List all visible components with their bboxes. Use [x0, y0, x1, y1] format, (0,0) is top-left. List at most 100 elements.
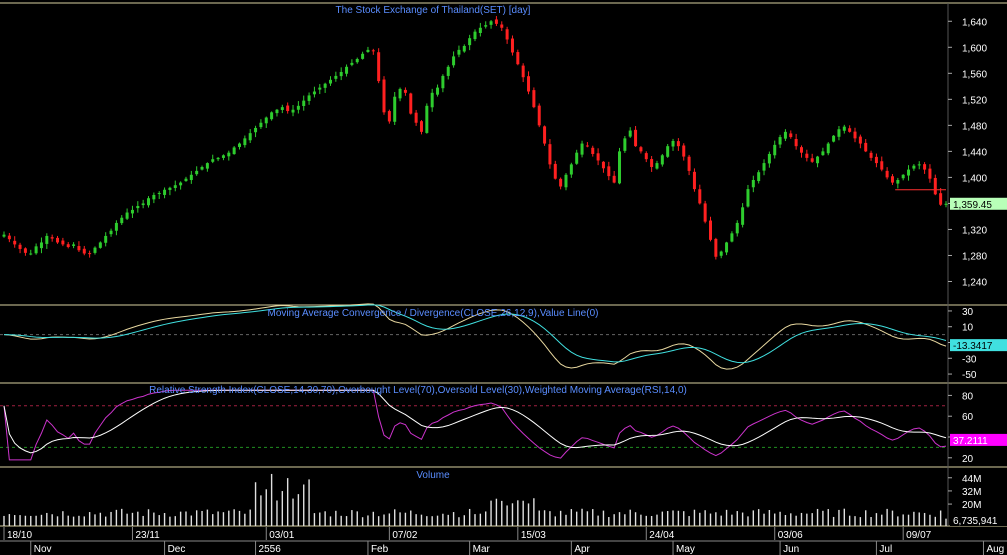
volume-bar [918, 512, 920, 526]
candle-body [184, 178, 188, 182]
candle-body [527, 76, 531, 92]
candle-body [430, 92, 434, 108]
candle-body [709, 220, 712, 240]
volume-bar [83, 516, 85, 526]
volume-bar [195, 510, 198, 526]
candle-body [735, 222, 739, 234]
volume-bar [458, 517, 460, 526]
candle-body [205, 163, 209, 169]
volume-bar [131, 512, 134, 526]
candle-body [714, 238, 718, 257]
volume-bar [426, 516, 428, 526]
volume-bar [217, 511, 219, 526]
candle-body [328, 79, 332, 84]
last-price-label: 1,359.45 [953, 200, 992, 211]
candle-body [494, 19, 498, 24]
candle-body [580, 143, 584, 155]
candle-body [120, 217, 124, 224]
candle-body [794, 138, 798, 147]
candle-body [109, 230, 113, 235]
candle-body [45, 235, 49, 244]
candle-body [50, 237, 54, 239]
volume-bar [720, 515, 722, 526]
volume-bar [361, 517, 364, 526]
volume-bar [945, 518, 947, 526]
volume-bar [865, 510, 867, 526]
month-label: Jun [783, 544, 799, 555]
volume-bar [147, 509, 150, 526]
last-rsi-label: 37.2111 [953, 436, 988, 447]
candle-body [254, 127, 258, 133]
candle-body [537, 105, 541, 126]
candle-body [414, 112, 418, 123]
volume-bar [35, 515, 37, 526]
volume-bar [613, 514, 615, 526]
volume-bar [575, 511, 578, 526]
candle-body [767, 153, 771, 164]
volume-tick-label: 44M [962, 474, 981, 485]
candle-body [179, 182, 183, 186]
candle-body [243, 138, 247, 146]
candle-body [34, 246, 38, 254]
volume-bar [768, 510, 771, 526]
volume-bar [51, 514, 53, 526]
volume-bar [431, 516, 433, 526]
candle-body [409, 93, 413, 114]
volume-bar [618, 512, 621, 526]
candle-body [173, 185, 177, 188]
volume-bar [650, 516, 653, 526]
volume-bar [597, 515, 599, 526]
volume-bar [228, 510, 230, 526]
candle-body [516, 52, 520, 65]
volume-bar [779, 511, 781, 526]
price-tick-label: 1,560 [962, 69, 987, 80]
volume-bar [634, 512, 637, 526]
volume-bar [297, 494, 300, 526]
candle-body [312, 91, 316, 95]
volume-bar [62, 511, 64, 526]
candle-body [864, 142, 868, 152]
candle-body [441, 75, 445, 89]
volume-bar [929, 514, 931, 526]
volume-bar [190, 515, 193, 526]
candle-body [130, 209, 134, 214]
last-macd-label: -13.3417 [953, 341, 993, 352]
candle-body [601, 161, 605, 169]
volume-bar [806, 513, 808, 526]
volume-bar [624, 514, 626, 526]
candle-body [773, 144, 777, 156]
volume-bar [939, 510, 942, 526]
volume-bar [115, 509, 118, 526]
volume-bar [543, 510, 546, 526]
candle-body [163, 189, 167, 195]
candle-body [553, 163, 557, 179]
candle-body [650, 159, 654, 167]
volume-bar [725, 509, 728, 526]
candle-body [826, 143, 830, 154]
candle-body [655, 163, 659, 169]
volume-bar [592, 509, 594, 526]
volume-bar [14, 515, 16, 526]
volume-bar [602, 510, 605, 526]
volume-bar [286, 478, 289, 526]
candle-body [901, 174, 905, 179]
volume-bar [244, 513, 246, 526]
macd-title: Moving Average Convergence / Divergence(… [268, 308, 599, 319]
candle-body [853, 131, 857, 139]
volume-bar [747, 516, 749, 526]
candle-body [842, 126, 846, 131]
volume-bar [468, 508, 471, 526]
volume-bar [891, 510, 894, 526]
volume-bar [388, 513, 391, 526]
candle-body [387, 111, 391, 122]
volume-bar [72, 516, 75, 526]
date-label: 09/07 [906, 530, 931, 541]
candle-body [591, 147, 595, 154]
volume-bar [897, 516, 899, 526]
candle-body [564, 174, 568, 188]
candle-body [195, 170, 199, 175]
volume-bar [158, 515, 160, 526]
candle-body [419, 121, 423, 132]
volume-panel: 44M 32M 20M 6,735,941 [3, 474, 1007, 527]
volume-bar [265, 489, 267, 526]
